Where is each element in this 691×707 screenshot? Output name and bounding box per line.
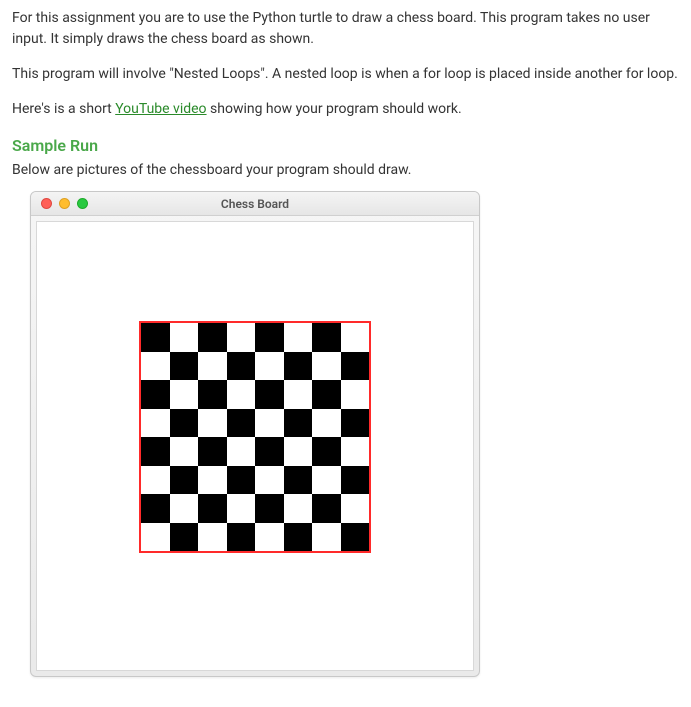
square [255, 409, 284, 438]
square [141, 437, 170, 466]
sample-run-heading: Sample Run [12, 134, 679, 158]
square [141, 466, 170, 495]
square [227, 494, 256, 523]
window-title: Chess Board [31, 195, 479, 213]
square [255, 437, 284, 466]
youtube-link[interactable]: YouTube video [115, 101, 206, 117]
square [170, 409, 199, 438]
close-icon[interactable] [41, 198, 52, 209]
square [255, 352, 284, 381]
square [198, 352, 227, 381]
chessboard [141, 323, 369, 551]
square [227, 409, 256, 438]
square [170, 323, 199, 352]
p3-suffix: showing how your program should work. [207, 101, 462, 117]
square [284, 352, 313, 381]
square [227, 437, 256, 466]
square [227, 466, 256, 495]
square [141, 323, 170, 352]
square [312, 466, 341, 495]
square [227, 323, 256, 352]
sample-run-caption: Below are pictures of the chessboard you… [12, 160, 679, 181]
square [227, 523, 256, 552]
square [341, 494, 370, 523]
square [170, 466, 199, 495]
window-canvas [36, 221, 474, 671]
square [198, 466, 227, 495]
square [341, 409, 370, 438]
maximize-icon[interactable] [77, 198, 88, 209]
square [170, 352, 199, 381]
square [284, 494, 313, 523]
square [141, 409, 170, 438]
square [284, 523, 313, 552]
square [284, 466, 313, 495]
square [170, 437, 199, 466]
square [198, 380, 227, 409]
window-titlebar: Chess Board [31, 192, 479, 216]
square [312, 409, 341, 438]
square [170, 523, 199, 552]
square [141, 380, 170, 409]
square [341, 437, 370, 466]
square [141, 494, 170, 523]
app-window: Chess Board [30, 191, 480, 677]
square [255, 523, 284, 552]
square [255, 494, 284, 523]
square [312, 437, 341, 466]
minimize-icon[interactable] [59, 198, 70, 209]
square [198, 323, 227, 352]
square [198, 494, 227, 523]
square [341, 380, 370, 409]
square [284, 380, 313, 409]
square [312, 523, 341, 552]
square [227, 352, 256, 381]
square [284, 323, 313, 352]
square [312, 323, 341, 352]
traffic-lights [31, 198, 88, 209]
square [341, 352, 370, 381]
intro-paragraph-1: For this assignment you are to use the P… [12, 8, 679, 50]
intro-paragraph-3: Here's is a short YouTube video showing … [12, 99, 679, 120]
square [341, 523, 370, 552]
p3-prefix: Here's is a short [12, 101, 115, 117]
square [198, 437, 227, 466]
square [198, 409, 227, 438]
square [284, 409, 313, 438]
square [141, 523, 170, 552]
square [141, 352, 170, 381]
square [170, 494, 199, 523]
chessboard-border [139, 321, 371, 553]
square [284, 437, 313, 466]
square [312, 352, 341, 381]
square [170, 380, 199, 409]
square [312, 380, 341, 409]
square [341, 323, 370, 352]
intro-paragraph-2: This program will involve "Nested Loops"… [12, 64, 679, 85]
square [312, 494, 341, 523]
square [255, 323, 284, 352]
square [255, 380, 284, 409]
square [255, 466, 284, 495]
square [341, 466, 370, 495]
square [227, 380, 256, 409]
square [198, 523, 227, 552]
